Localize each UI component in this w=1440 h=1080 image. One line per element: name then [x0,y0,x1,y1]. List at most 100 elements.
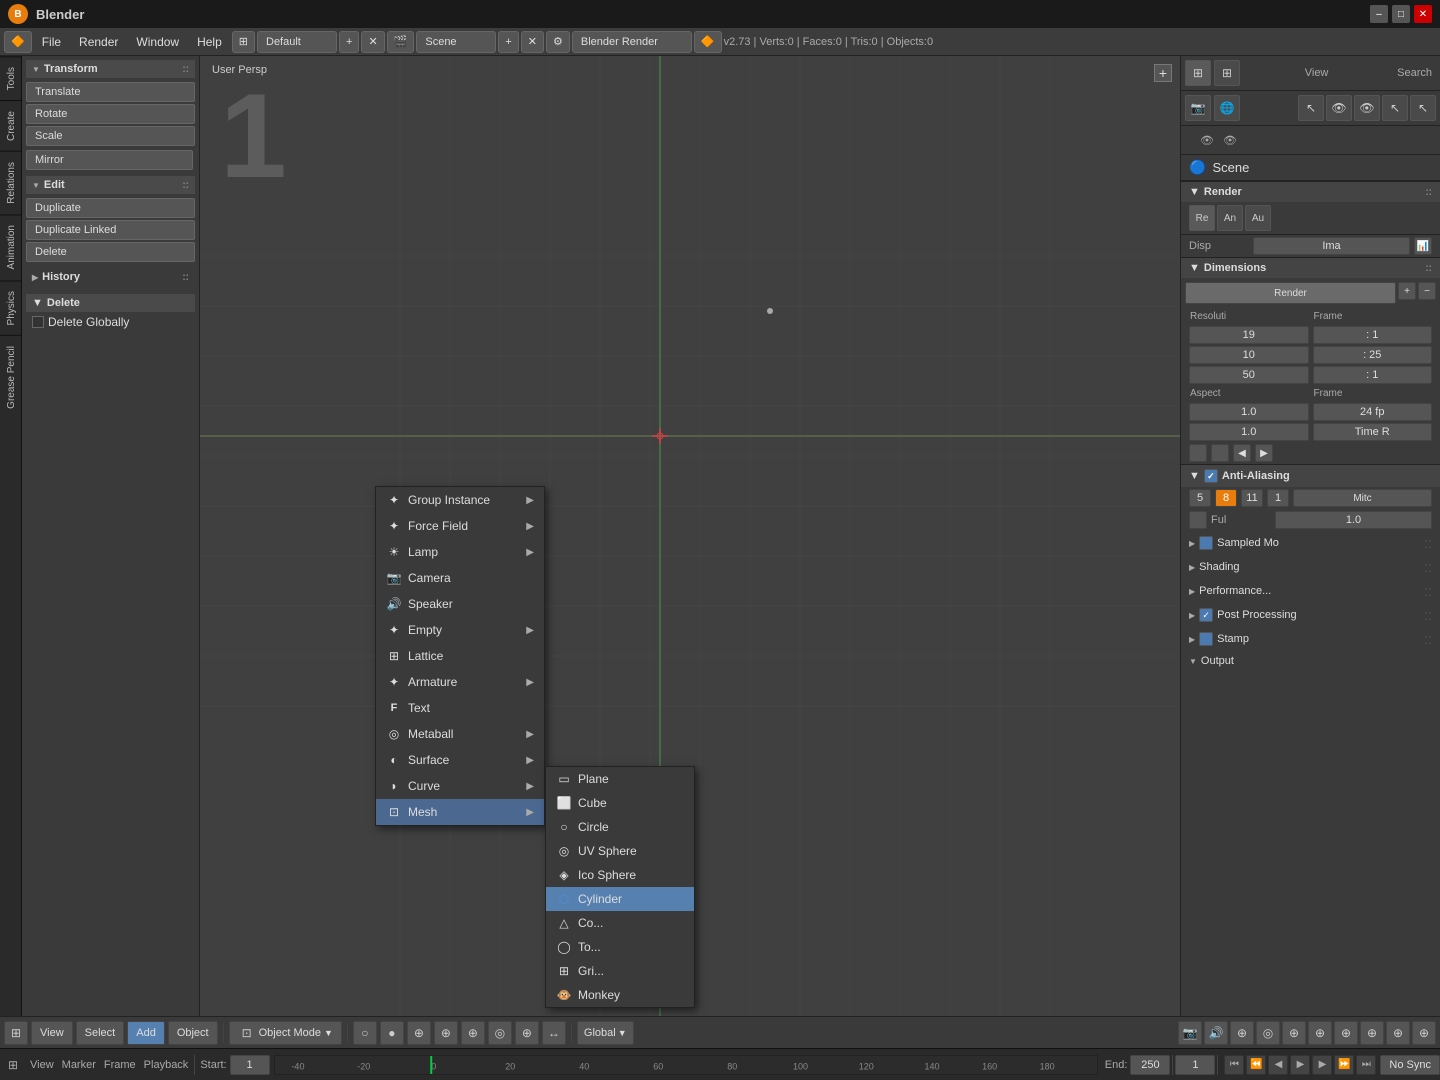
ctx-armature[interactable]: ✦ Armature ▶ [376,669,544,695]
aa-checkbox[interactable]: ✓ [1204,469,1218,483]
dimensions-section-header[interactable]: ▼ Dimensions :: [1181,257,1440,278]
pb-next-frame[interactable]: ▶ [1312,1055,1332,1075]
blender-icon2[interactable]: 🔶 [694,31,722,53]
minimize-button[interactable]: – [1370,5,1388,23]
frame-start-field[interactable]: : 1 [1313,326,1433,344]
ctx-lamp[interactable]: ☀ Lamp ▶ [376,539,544,565]
submenu-uv-sphere[interactable]: ◎ UV Sphere [546,839,694,863]
render-bt-8[interactable]: ⊕ [1360,1021,1384,1045]
object-mode-select[interactable]: ⊡ Object Mode ▼ [229,1021,342,1045]
output-triangle[interactable]: ▼ [1189,657,1197,666]
delete-button[interactable]: Delete [26,242,195,262]
proportional2-icon[interactable]: ⊕ [515,1021,539,1045]
submenu-circle[interactable]: ○ Circle [546,815,694,839]
sampled-triangle[interactable]: ▶ [1189,539,1195,548]
render-bt-7[interactable]: ⊕ [1334,1021,1358,1045]
checkbox-2[interactable] [1211,444,1229,462]
transform-section-header[interactable]: ▼ Transform :: [26,60,195,78]
pb-play[interactable]: ▶ [1290,1055,1310,1075]
add-menu-button[interactable]: Add [127,1021,165,1045]
submenu-cube[interactable]: ⬜ Cube [546,791,694,815]
object-menu-button[interactable]: Object [168,1021,218,1045]
time-remap-field[interactable]: Time R [1313,423,1433,441]
right-icon-2[interactable]: ⊞ [1214,60,1240,86]
timeline-icon[interactable]: ⊞ [0,1052,26,1078]
close-button[interactable]: ✕ [1414,5,1432,23]
performance-triangle[interactable]: ▶ [1189,587,1195,596]
render-plus[interactable]: + [1398,282,1416,300]
r-icon-cursor[interactable]: ↖ [1298,95,1324,121]
anti-aliasing-section-header[interactable]: ▼ ✓ Anti-Aliasing [1181,464,1440,487]
eye2-icon[interactable]: 👁 [1220,130,1240,150]
render-section-header[interactable]: ▼ Render :: [1181,181,1440,202]
render-bt-1[interactable]: 📷 [1178,1021,1202,1045]
aa-full-checkbox[interactable] [1189,511,1207,529]
viewport-expand-button[interactable]: + [1154,64,1172,82]
fps-field[interactable]: 24 fp [1313,403,1433,421]
pb-prev-key[interactable]: ⏪ [1246,1055,1266,1075]
aa-11-button[interactable]: 11 [1241,489,1263,507]
layout-select[interactable]: Default [257,31,337,53]
submenu-cone[interactable]: △ Co... [546,911,694,935]
scene-plus[interactable]: + [498,31,518,53]
plus-icon[interactable]: + [339,31,359,53]
submenu-torus[interactable]: ◯ To... [546,935,694,959]
engine-select[interactable]: Blender Render [572,31,692,53]
viewport[interactable]: User Persp 1 + ✦ Group Instance ▶ ✦ Forc… [200,56,1180,1016]
layout-icon[interactable]: ⊞ [232,31,255,53]
render-bt-3[interactable]: ⊕ [1230,1021,1254,1045]
select-menu-button[interactable]: Select [76,1021,125,1045]
no-sync-button[interactable]: No Sync [1380,1055,1440,1075]
ctx-empty[interactable]: ✦ Empty ▶ [376,617,544,643]
view-menu-button[interactable]: View [31,1021,73,1045]
r-icon-camera[interactable]: 📷 [1185,95,1211,121]
r-icon-eye[interactable]: 👁 [1326,95,1352,121]
tab-physics[interactable]: Physics [0,280,21,335]
scene-cross[interactable]: ✕ [521,31,544,53]
ctx-camera[interactable]: 📷 Camera [376,565,544,591]
history-section-header[interactable]: ▶ History :: [26,268,195,286]
rotate-button[interactable]: Rotate [26,104,195,124]
render-bt-4[interactable]: ◎ [1256,1021,1280,1045]
right-icon-1[interactable]: ⊞ [1185,60,1211,86]
render-menu[interactable]: Render [71,31,126,53]
ctx-curve[interactable]: ◗ Curve ▶ [376,773,544,799]
disp-extra-icon[interactable]: 📊 [1414,237,1432,255]
ctx-surface[interactable]: ◐ Surface ▶ [376,747,544,773]
scale-button[interactable]: Scale [26,126,195,146]
render-icon-an[interactable]: An [1217,205,1243,231]
frame-step-field[interactable]: : 1 [1313,366,1433,384]
tab-grease-pencil[interactable]: Grease Pencil [0,335,21,419]
r-icon-render-eye[interactable]: 👁 [1354,95,1380,121]
scene-select[interactable]: Scene [416,31,496,53]
mirror-button[interactable]: Mirror [26,150,193,170]
ctx-lattice[interactable]: ⊞ Lattice [376,643,544,669]
duplicate-linked-button[interactable]: Duplicate Linked [26,220,195,240]
snap2-icon[interactable]: ⊕ [461,1021,485,1045]
tab-relations[interactable]: Relations [0,151,21,214]
post-checkbox[interactable]: ✓ [1199,608,1213,622]
stamp-checkbox[interactable] [1199,632,1213,646]
render-minus[interactable]: − [1418,282,1436,300]
shading-triangle[interactable]: ▶ [1189,563,1195,572]
aa-8-button[interactable]: 8 [1215,489,1237,507]
pb-prev-frame[interactable]: ◀ [1268,1055,1288,1075]
res-pct-field[interactable]: 50 [1189,366,1309,384]
submenu-monkey[interactable]: 🐵 Monkey [546,983,694,1007]
tl-end-field[interactable]: 250 [1130,1055,1170,1075]
pb-jump-start[interactable]: ⏮ [1224,1055,1244,1075]
r-icon-select[interactable]: ↖ [1382,95,1408,121]
render-bt-5[interactable]: ⊕ [1282,1021,1306,1045]
tab-tools[interactable]: Tools [0,56,21,100]
window-menu[interactable]: Window [128,31,187,53]
search-button[interactable]: Search [1393,67,1436,79]
submenu-ico-sphere[interactable]: ◈ Ico Sphere [546,863,694,887]
stamp-triangle[interactable]: ▶ [1189,635,1195,644]
tab-create[interactable]: Create [0,100,21,151]
file-menu[interactable]: File [34,31,69,53]
sampled-checkbox[interactable] [1199,536,1213,550]
aspect-x-field[interactable]: 1.0 [1189,403,1309,421]
scene-icon[interactable]: 🎬 [387,31,415,53]
frame-end-field[interactable]: : 25 [1313,346,1433,364]
r-icon-globe[interactable]: 🌐 [1214,95,1240,121]
